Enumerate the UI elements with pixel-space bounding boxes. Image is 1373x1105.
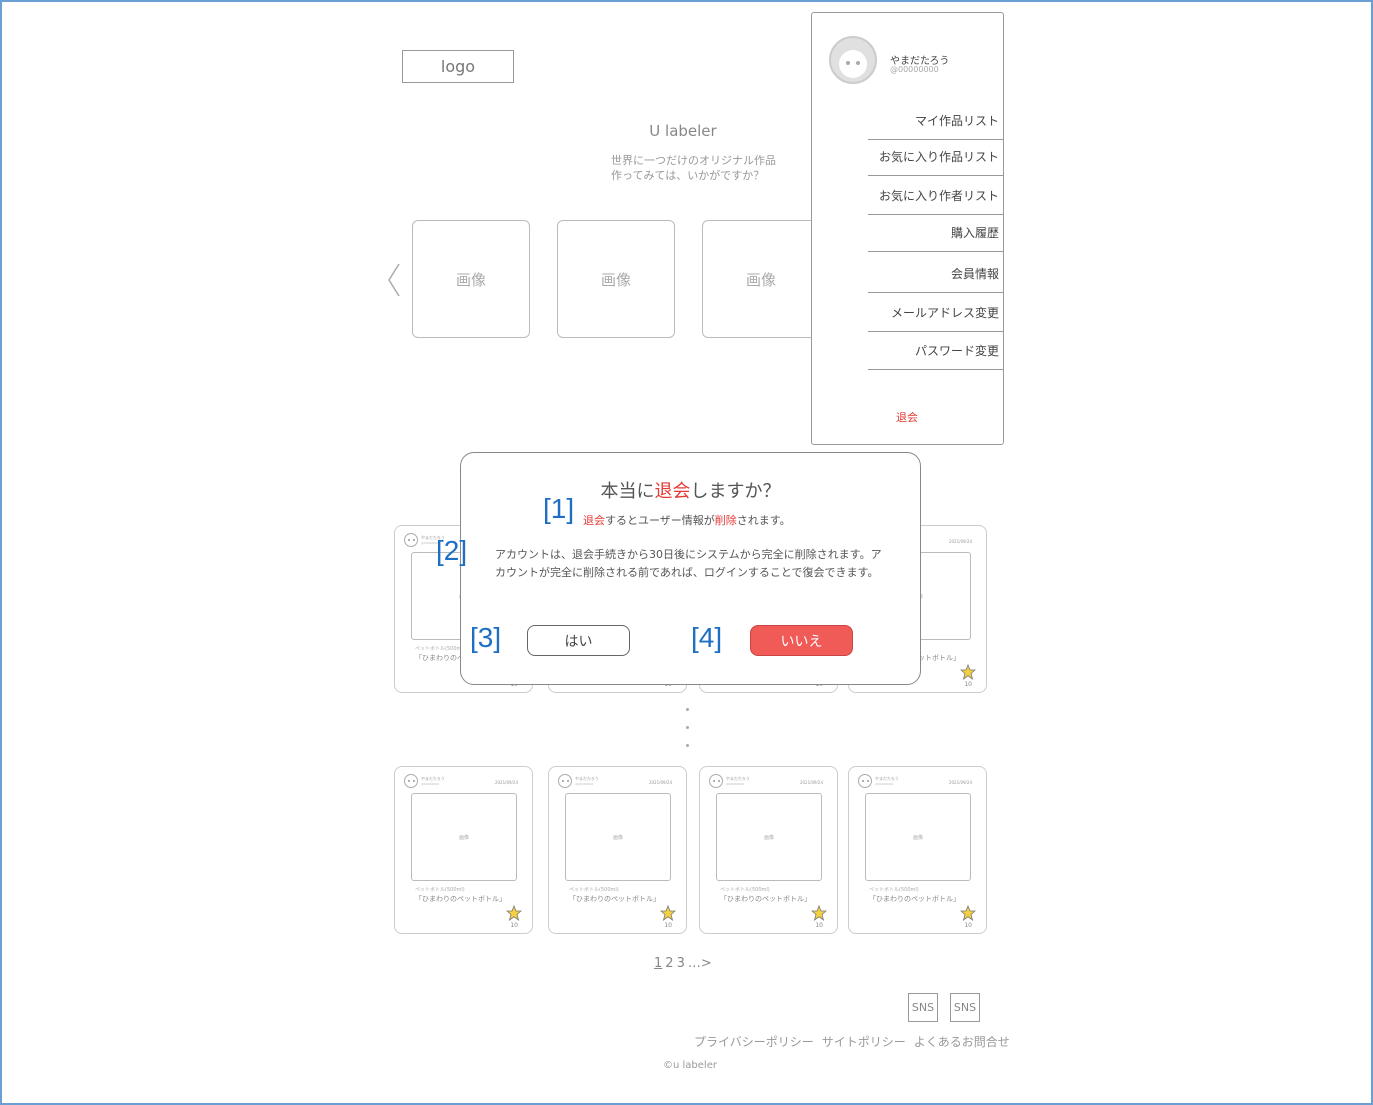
card-username: やまだたろう xyxy=(421,776,445,781)
dialog-title: 本当に退会しますか？ xyxy=(461,477,920,503)
card-username: やまだたろう xyxy=(575,776,599,781)
dialog-sub-text: するとユーザー情報が xyxy=(605,514,715,527)
card-fav-count: 10 xyxy=(664,922,672,929)
card-category: ペットボトル(500ml) xyxy=(569,887,619,893)
carousel-item[interactable]: 画像 xyxy=(702,220,820,338)
card-username: やまだたろう xyxy=(875,776,899,781)
avatar xyxy=(829,36,877,84)
annotation-4: [4] xyxy=(691,622,723,653)
dialog-body: アカウントは、退会手続きから30日後にシステムから完全に削除されます。アカウント… xyxy=(495,548,882,579)
card-user-id: @00000000 xyxy=(726,782,745,786)
product-card[interactable]: やまだたろう@00000000 2021/09/24 画像ペットボトル(500ml)… xyxy=(394,766,533,934)
card-product-title: 「ひまわりのペットボトル」 xyxy=(415,895,506,903)
carousel-item[interactable]: 画像 xyxy=(557,220,675,338)
tagline: 世界に一つだけのオリジナル作品 作ってみては、いかがですか？ xyxy=(611,153,776,183)
card-product-title: 「ひまわりのペットボトル」 xyxy=(720,895,811,903)
carousel-prev-icon[interactable] xyxy=(384,262,404,298)
card-date: 2021/09/24 xyxy=(494,780,518,785)
star-icon[interactable] xyxy=(810,904,828,921)
annotation-2: [2] xyxy=(436,535,468,566)
dialog-title-highlight: 退会 xyxy=(654,481,691,502)
site-title: U labeler xyxy=(649,122,717,140)
card-image[interactable]: 画像 xyxy=(716,793,822,881)
menu-item-favorite-works[interactable]: お気に入り作品リスト xyxy=(868,138,1004,176)
carousel-item[interactable]: 画像 xyxy=(412,220,530,338)
logo[interactable]: logo xyxy=(402,50,514,83)
star-icon[interactable] xyxy=(505,904,523,921)
star-icon[interactable] xyxy=(659,904,677,921)
product-card[interactable]: やまだたろう@00000000 2021/09/24 画像ペットボトル(500ml)… xyxy=(848,766,987,934)
card-username: やまだたろう xyxy=(726,776,750,781)
card-user-id: @00000000 xyxy=(421,782,440,786)
menu-item-email-change[interactable]: メールアドレス変更 xyxy=(868,294,1004,332)
card-product-title: 「ひまわりのペットボトル」 xyxy=(869,895,960,903)
next-page-link[interactable]: …> xyxy=(688,956,712,971)
card-user-id: @00000000 xyxy=(875,782,894,786)
avatar xyxy=(858,774,872,788)
menu-item-purchase-history[interactable]: 購入履歴 xyxy=(868,214,1004,252)
faq-link[interactable]: よくあるお問合せ xyxy=(914,1035,1010,1049)
avatar xyxy=(709,774,723,788)
dialog-title-text: 本当に xyxy=(600,481,655,502)
menu-item-my-works[interactable]: マイ作品リスト xyxy=(868,102,1004,140)
dialog-subtitle: 退会するとユーザー情報が削除されます。 xyxy=(583,512,791,528)
menu-item-member-info[interactable]: 会員情報 xyxy=(868,255,1004,293)
star-icon[interactable] xyxy=(959,904,977,921)
card-fav-count: 10 xyxy=(964,922,972,929)
star-icon[interactable] xyxy=(959,663,977,680)
sns-button[interactable]: SNS xyxy=(908,993,938,1022)
footer-links: プライバシーポリシー サイトポリシー よくあるお問合せ xyxy=(694,1033,1018,1050)
card-date: 2021/09/24 xyxy=(948,780,972,785)
menu-item-password-change[interactable]: パスワード変更 xyxy=(868,332,1004,370)
more-dots xyxy=(686,708,692,762)
tagline-line-1: 世界に一つだけのオリジナル作品 xyxy=(611,154,776,167)
user-menu: やまだたろう @00000000 マイ作品リスト お気に入り作品リスト お気に入… xyxy=(811,12,1004,445)
avatar xyxy=(404,774,418,788)
card-image[interactable]: 画像 xyxy=(865,793,971,881)
product-card[interactable]: やまだたろう@00000000 2021/09/24 画像ペットボトル(500ml)… xyxy=(699,766,838,934)
avatar xyxy=(558,774,572,788)
copyright: ©u labeler xyxy=(663,1060,717,1071)
dialog-title-text: しますか？ xyxy=(690,481,781,502)
dialog-sub-highlight: 退会 xyxy=(583,514,605,527)
card-date: 2021/09/24 xyxy=(799,780,823,785)
card-product-title: 「ひまわりのペットボトル」 xyxy=(569,895,660,903)
menu-item-favorite-authors[interactable]: お気に入り作者リスト xyxy=(868,177,1004,215)
sns-button[interactable]: SNS xyxy=(950,993,980,1022)
card-fav-count: 10 xyxy=(964,681,972,688)
menu-item-withdraw[interactable]: 退会 xyxy=(812,409,1005,425)
card-category: ペットボトル(500ml) xyxy=(720,887,770,893)
page-3-link[interactable]: 3 xyxy=(677,956,685,971)
dialog-sub-text: されます。 xyxy=(736,514,791,527)
avatar xyxy=(404,533,418,547)
card-image[interactable]: 画像 xyxy=(411,793,517,881)
tagline-line-2: 作ってみては、いかがですか？ xyxy=(611,169,765,182)
privacy-policy-link[interactable]: プライバシーポリシー xyxy=(694,1035,814,1049)
page-1-link[interactable]: 1 xyxy=(654,956,662,971)
card-date: 2021/09/24 xyxy=(648,780,672,785)
page-2-link[interactable]: 2 xyxy=(665,956,673,971)
site-policy-link[interactable]: サイトポリシー xyxy=(822,1035,906,1049)
product-card[interactable]: やまだたろう@00000000 2021/09/24 画像ペットボトル(500ml)… xyxy=(548,766,687,934)
no-button[interactable]: いいえ xyxy=(750,625,853,656)
card-user-id: @00000000 xyxy=(575,782,594,786)
card-category: ペットボトル(500ml) xyxy=(869,887,919,893)
card-fav-count: 10 xyxy=(815,922,823,929)
yes-button[interactable]: はい xyxy=(527,625,630,656)
annotation-3: [3] xyxy=(470,622,502,653)
card-date: 2021/09/24 xyxy=(948,539,972,544)
annotation-1: [1] xyxy=(543,493,575,524)
card-category: ペットボトル(500ml) xyxy=(415,646,465,652)
card-fav-count: 10 xyxy=(510,922,518,929)
menu-user-id: @00000000 xyxy=(890,65,939,74)
card-image[interactable]: 画像 xyxy=(565,793,671,881)
card-category: ペットボトル(500ml) xyxy=(415,887,465,893)
dialog-sub-highlight: 削除 xyxy=(714,514,737,527)
pagination: 1 2 3 …> xyxy=(654,956,712,971)
